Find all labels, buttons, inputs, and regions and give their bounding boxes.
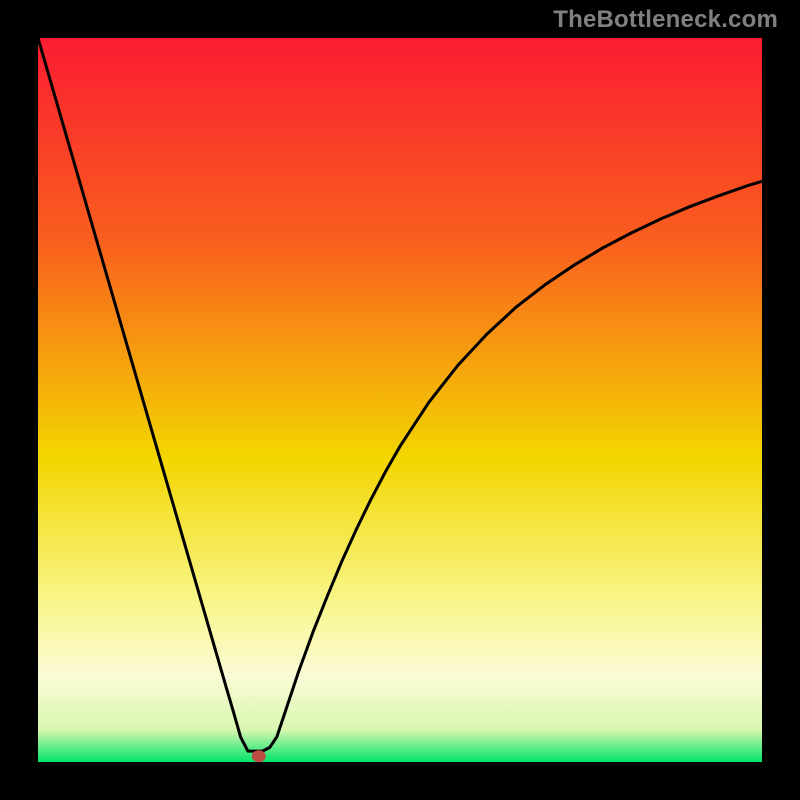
watermark-text: TheBottleneck.com <box>553 6 778 34</box>
chart-frame: TheBottleneck.com <box>0 0 800 800</box>
chart-background <box>38 38 762 762</box>
bottleneck-chart <box>38 38 762 762</box>
marker-dot <box>252 750 266 762</box>
